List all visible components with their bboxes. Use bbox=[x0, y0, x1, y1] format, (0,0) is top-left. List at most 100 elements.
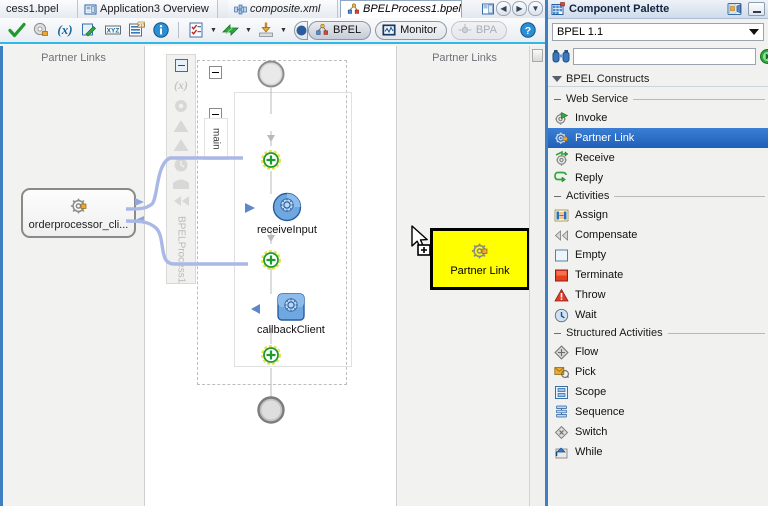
invoke-icon bbox=[554, 111, 569, 126]
help-button[interactable]: ? bbox=[517, 19, 539, 41]
chevron-down-icon[interactable]: ▼ bbox=[279, 19, 288, 41]
palette-item-receive[interactable]: Receive bbox=[548, 148, 768, 168]
palette-section-label: Activities bbox=[566, 190, 610, 202]
checklist-icon[interactable] bbox=[185, 19, 207, 41]
tab-list-button[interactable]: ▼ bbox=[528, 1, 543, 16]
next-tab-button[interactable]: ▶ bbox=[512, 1, 527, 16]
partner-link-orderprocessor-client[interactable]: orderprocessor_cli... bbox=[21, 188, 136, 238]
expression-icon[interactable]: (x) bbox=[54, 19, 76, 41]
toolbar-separator bbox=[178, 22, 179, 38]
svg-text:(x): (x) bbox=[57, 22, 72, 37]
list-icon[interactable]: x13 bbox=[126, 19, 148, 41]
palette-item-compensate[interactable]: Compensate bbox=[548, 225, 768, 245]
palette-version-select[interactable]: BPEL 1.1 bbox=[552, 23, 764, 41]
palette-item-terminate[interactable]: Terminate bbox=[548, 265, 768, 285]
drag-preview-partner-link[interactable]: Partner Link bbox=[430, 228, 530, 290]
minimize-palette-button[interactable] bbox=[748, 2, 765, 16]
palette-item-sequence[interactable]: Sequence bbox=[548, 402, 768, 422]
section-dash bbox=[554, 332, 561, 334]
switch-icon bbox=[554, 425, 569, 440]
palette-group-bpel-constructs[interactable]: BPEL Constructs bbox=[548, 71, 768, 87]
partner-link-wires bbox=[125, 156, 248, 266]
palette-section-structured-activities: Structured Activities bbox=[548, 325, 768, 341]
mode-monitor-button[interactable]: Monitor bbox=[375, 20, 447, 40]
component-palette-header: Component Palette bbox=[548, 0, 768, 19]
palette-item-empty[interactable]: Empty bbox=[548, 245, 768, 265]
palette-item-flow[interactable]: Flow bbox=[548, 342, 768, 362]
tab-composite-xml[interactable]: composite.xml bbox=[228, 0, 338, 18]
mode-overflow-button[interactable] bbox=[294, 20, 308, 40]
bpel-diagram-canvas[interactable]: Partner Links orderprocessor_cli... (x) … bbox=[0, 46, 545, 506]
palette-item-reply[interactable]: Reply bbox=[548, 168, 768, 188]
tab-label: composite.xml bbox=[250, 3, 321, 15]
palette-title: Component Palette bbox=[569, 3, 670, 15]
editor-mode-group: BPEL Monitor BPA bbox=[294, 20, 508, 40]
mode-bpa-button: BPA bbox=[450, 20, 508, 40]
partner-links-right-title: Partner Links bbox=[432, 52, 497, 64]
go-icon[interactable] bbox=[759, 48, 768, 65]
tab-navigation-controls: ◀ ▶ ▼ bbox=[480, 1, 543, 16]
palette-item-label: Switch bbox=[575, 426, 608, 438]
palette-item-label: Flow bbox=[575, 346, 599, 358]
palette-item-label: Throw bbox=[575, 289, 606, 301]
palette-item-throw[interactable]: Throw bbox=[548, 285, 768, 305]
chevron-down-icon[interactable]: ▼ bbox=[244, 19, 253, 41]
palette-item-while[interactable]: While bbox=[548, 442, 768, 462]
restore-tab-icon[interactable] bbox=[480, 1, 495, 16]
prev-tab-button[interactable]: ◀ bbox=[496, 1, 511, 16]
section-rule bbox=[633, 98, 765, 100]
canvas-vertical-scrollbar[interactable] bbox=[529, 46, 545, 506]
palette-item-scope[interactable]: Scope bbox=[548, 382, 768, 402]
compensate-icon bbox=[554, 228, 569, 243]
palette-search-input[interactable] bbox=[573, 47, 756, 65]
scrollbar-thumb[interactable] bbox=[532, 49, 543, 62]
validate-icon[interactable] bbox=[6, 19, 28, 41]
palette-item-pick[interactable]: Pick bbox=[548, 362, 768, 382]
palette-group-label: BPEL Constructs bbox=[566, 72, 650, 85]
mode-label: BPEL bbox=[333, 24, 362, 36]
jdeveloper-bpel-editor-window: cess1.bpel Application3 Overview composi… bbox=[0, 0, 768, 506]
palette-icon bbox=[551, 2, 565, 16]
chevron-down-icon bbox=[552, 75, 562, 82]
chevron-down-icon[interactable]: ▼ bbox=[209, 19, 218, 41]
palette-item-invoke[interactable]: Invoke bbox=[548, 108, 768, 128]
binoculars-icon[interactable] bbox=[552, 49, 570, 63]
palette-item-label: Compensate bbox=[575, 229, 638, 241]
terminate-icon bbox=[554, 268, 569, 283]
editor-tab-bar: cess1.bpel Application3 Overview composi… bbox=[0, 0, 545, 19]
palette-item-label: Partner Link bbox=[575, 132, 635, 144]
palette-item-label: Empty bbox=[575, 249, 607, 261]
mode-label: BPA bbox=[475, 24, 498, 36]
tab-bpelprocess1-bpel[interactable]: BPELProcess1.bpel bbox=[340, 0, 462, 18]
xyz-icon[interactable]: XYZ bbox=[102, 19, 124, 41]
bpa-icon bbox=[458, 23, 472, 37]
empty-icon bbox=[554, 248, 569, 263]
palette-search-row bbox=[552, 46, 768, 66]
while-icon bbox=[554, 445, 569, 460]
info-icon[interactable] bbox=[150, 19, 172, 41]
palette-item-partner-link[interactable]: Partner Link bbox=[548, 128, 768, 148]
deploy-icon[interactable] bbox=[220, 19, 242, 41]
section-rule bbox=[614, 195, 765, 197]
partner-link-icon bbox=[554, 131, 569, 146]
section-dash bbox=[554, 195, 561, 197]
reply-icon bbox=[554, 171, 569, 186]
partner-links-right-lane: Partner Links Partner Link bbox=[396, 46, 532, 506]
palette-item-switch[interactable]: Switch bbox=[548, 422, 768, 442]
mode-bpel-button[interactable]: BPEL bbox=[308, 20, 372, 40]
freeze-icon[interactable] bbox=[726, 1, 744, 17]
palette-item-label: Scope bbox=[575, 386, 607, 398]
tab-cess1-bpel[interactable]: cess1.bpel bbox=[0, 0, 78, 18]
svg-text:?: ? bbox=[525, 25, 531, 37]
import-icon[interactable] bbox=[255, 19, 277, 41]
palette-item-wait[interactable]: Wait bbox=[548, 305, 768, 325]
assign-icon bbox=[554, 208, 569, 223]
settings-icon[interactable] bbox=[30, 19, 52, 41]
refresh-icon[interactable] bbox=[78, 19, 100, 41]
palette-item-label: Invoke bbox=[575, 112, 608, 124]
tab-application3-overview[interactable]: Application3 Overview bbox=[78, 0, 218, 18]
tab-label: BPELProcess1.bpel bbox=[363, 3, 461, 15]
palette-version-value: BPEL 1.1 bbox=[557, 26, 604, 38]
palette-item-assign[interactable]: Assign bbox=[548, 205, 768, 225]
palette-item-label: Reply bbox=[575, 172, 604, 184]
